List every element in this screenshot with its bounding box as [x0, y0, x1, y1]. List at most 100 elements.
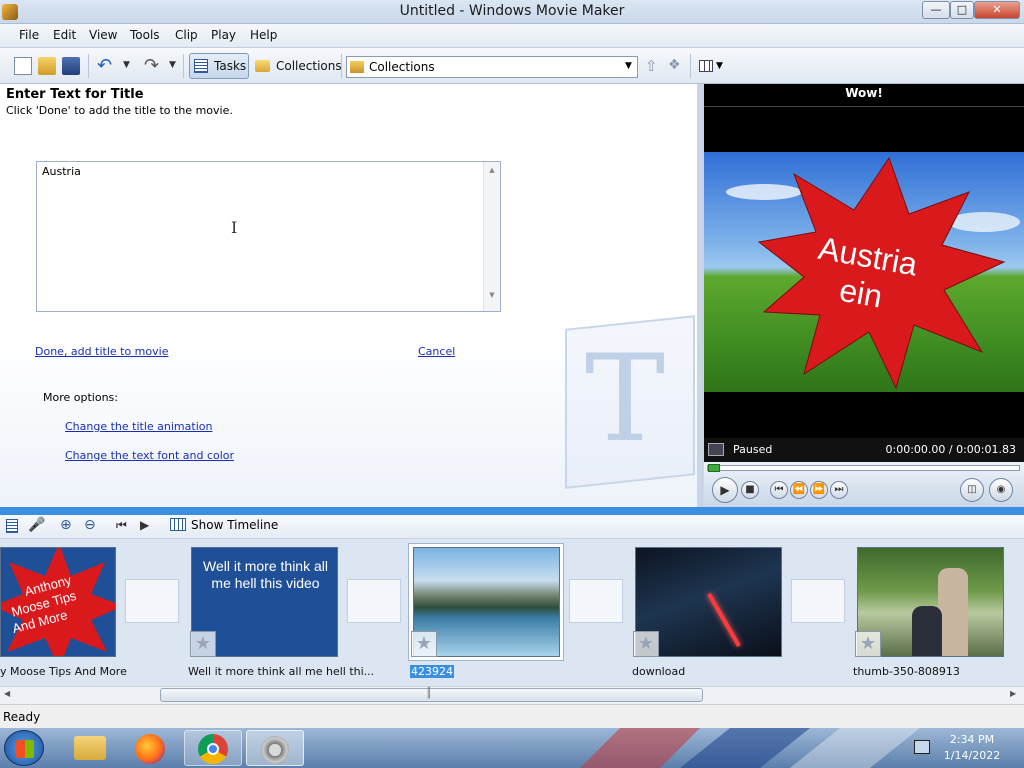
next-frame-button[interactable]: ⏭	[830, 481, 848, 499]
menu-file[interactable]: File	[19, 28, 39, 42]
starburst-thumbnail-icon: Anthony Moose Tips And More	[1, 548, 115, 656]
monitor-icon	[708, 443, 724, 456]
windows-logo-icon	[16, 740, 34, 758]
scroll-grip-icon: ║	[426, 688, 433, 699]
menu-edit[interactable]: Edit	[53, 28, 76, 42]
start-button[interactable]	[4, 730, 44, 766]
zoom-in-icon[interactable]: ⊕	[60, 517, 72, 533]
playback-time: 0:00:00.00 / 0:00:01.83	[885, 443, 1017, 456]
redo-icon[interactable]: ↷	[144, 55, 159, 76]
title-watermark-icon: T	[585, 330, 666, 469]
scroll-left-icon[interactable]: ◀	[4, 689, 10, 698]
narrate-icon[interactable]: 🎤	[28, 517, 45, 533]
undo-dropdown-icon[interactable]: ▼	[123, 60, 130, 70]
star-effect-icon[interactable]: ★	[411, 631, 437, 657]
taskbar-movie-maker[interactable]	[246, 730, 304, 766]
undo-icon[interactable]: ↶	[97, 55, 112, 76]
status-bar	[0, 704, 1024, 728]
clip-thumbnail[interactable]: Anthony Moose Tips And More	[0, 547, 116, 657]
menu-play[interactable]: Play	[211, 28, 236, 42]
menu-view[interactable]: View	[89, 28, 117, 42]
rewind-storyboard-icon[interactable]: ⏮	[116, 518, 127, 533]
folder-icon	[255, 60, 270, 72]
new-folder-icon[interactable]: ❖	[668, 57, 681, 73]
transition-slot[interactable]	[569, 579, 623, 623]
star-effect-icon[interactable]: ★	[633, 631, 659, 657]
change-title-animation-link[interactable]: Change the title animation	[65, 420, 212, 433]
clip-label: y Moose Tips And More	[0, 665, 127, 678]
take-picture-button[interactable]: ◉	[989, 478, 1013, 502]
play-button[interactable]: ▶	[712, 477, 738, 503]
play-storyboard-icon[interactable]: ▶	[140, 518, 149, 532]
show-timeline-button[interactable]: Show Timeline	[191, 518, 278, 532]
star-effect-icon[interactable]: ★	[855, 631, 881, 657]
collections-button-label: Collections	[276, 59, 342, 73]
cancel-link[interactable]: Cancel	[418, 345, 455, 358]
new-project-icon[interactable]	[14, 57, 32, 75]
person-shape	[912, 606, 942, 656]
open-project-icon[interactable]	[38, 57, 56, 75]
film-reel-icon	[261, 736, 289, 764]
close-button[interactable]: ✕	[974, 1, 1020, 19]
change-font-color-link[interactable]: Change the text font and color	[65, 449, 234, 462]
clip-label: download	[632, 665, 686, 678]
playback-status: Paused	[733, 443, 773, 456]
network-icon[interactable]	[914, 740, 930, 754]
taskbar-chrome[interactable]	[184, 730, 242, 766]
preview-overlay: Austria ein	[726, 156, 1020, 390]
taskbar-firefox[interactable]	[122, 730, 180, 766]
menu-tools[interactable]: Tools	[130, 28, 160, 42]
collections-dropdown[interactable]: Collections	[346, 56, 638, 78]
transition-slot[interactable]	[347, 579, 401, 623]
preview-divider	[704, 106, 1024, 107]
maximize-button[interactable]: □	[950, 1, 974, 19]
seek-bar[interactable]	[707, 465, 1020, 471]
previous-frame-button[interactable]: ⏮	[770, 481, 788, 499]
lightsaber-shape	[707, 593, 741, 647]
views-dropdown-icon[interactable]: ▼	[716, 61, 723, 71]
scroll-down-icon[interactable]: ▼	[484, 291, 500, 299]
redo-dropdown-icon[interactable]: ▼	[169, 60, 176, 70]
tasks-icon	[194, 59, 208, 73]
clock-time: 2:34 PM	[949, 733, 995, 746]
chevron-down-icon[interactable]: ▼	[625, 61, 632, 71]
save-project-icon[interactable]	[62, 57, 80, 75]
scroll-up-icon[interactable]: ▲	[484, 166, 500, 174]
up-level-icon[interactable]: ⇧	[645, 57, 658, 75]
views-icon[interactable]	[699, 60, 713, 72]
clock-date: 1/14/2022	[943, 749, 1001, 762]
stop-button[interactable]: ■	[741, 481, 759, 499]
clip-label-selected: 423924	[410, 665, 454, 678]
seek-thumb[interactable]	[708, 464, 720, 472]
window-title: Untitled - Windows Movie Maker	[399, 3, 625, 19]
scroll-right-icon[interactable]: ▶	[1010, 689, 1016, 698]
fast-forward-button[interactable]: ⏩	[810, 481, 828, 499]
minimize-button[interactable]: —	[922, 1, 950, 19]
transition-slot[interactable]	[791, 579, 845, 623]
system-clock[interactable]: 2:34 PM 1/14/2022	[932, 732, 1012, 764]
storyboard-view-icon[interactable]	[6, 519, 18, 533]
timeline-icon	[170, 518, 186, 531]
wallpaper-graphic	[580, 728, 920, 768]
folder-icon	[74, 736, 106, 760]
collections-dropdown-value: Collections	[369, 60, 435, 74]
storyboard-toolbar	[0, 515, 1024, 539]
zoom-out-icon[interactable]: ⊖	[84, 517, 96, 533]
chrome-icon	[198, 734, 228, 764]
storyboard-separator	[0, 507, 1024, 515]
tasks-button-label: Tasks	[214, 59, 247, 73]
title-text-scrollbar[interactable]: ▲ ▼	[483, 162, 500, 311]
menu-clip[interactable]: Clip	[175, 28, 198, 42]
taskbar-explorer[interactable]	[62, 730, 120, 766]
menu-help[interactable]: Help	[250, 28, 277, 42]
collections-folder-icon	[350, 61, 364, 73]
pane-splitter[interactable]	[697, 84, 704, 507]
star-effect-icon[interactable]: ★	[190, 631, 216, 657]
title-text-input[interactable]: Austria	[36, 161, 501, 312]
rewind-button[interactable]: ⏪	[790, 481, 808, 499]
split-clip-button[interactable]: ◫	[960, 478, 984, 502]
transition-slot[interactable]	[125, 579, 179, 623]
clip-label: Well it more think all me hell thi...	[188, 665, 375, 678]
pane-instruction: Click 'Done' to add the title to the mov…	[6, 104, 233, 117]
done-add-title-link[interactable]: Done, add title to movie	[35, 345, 168, 358]
